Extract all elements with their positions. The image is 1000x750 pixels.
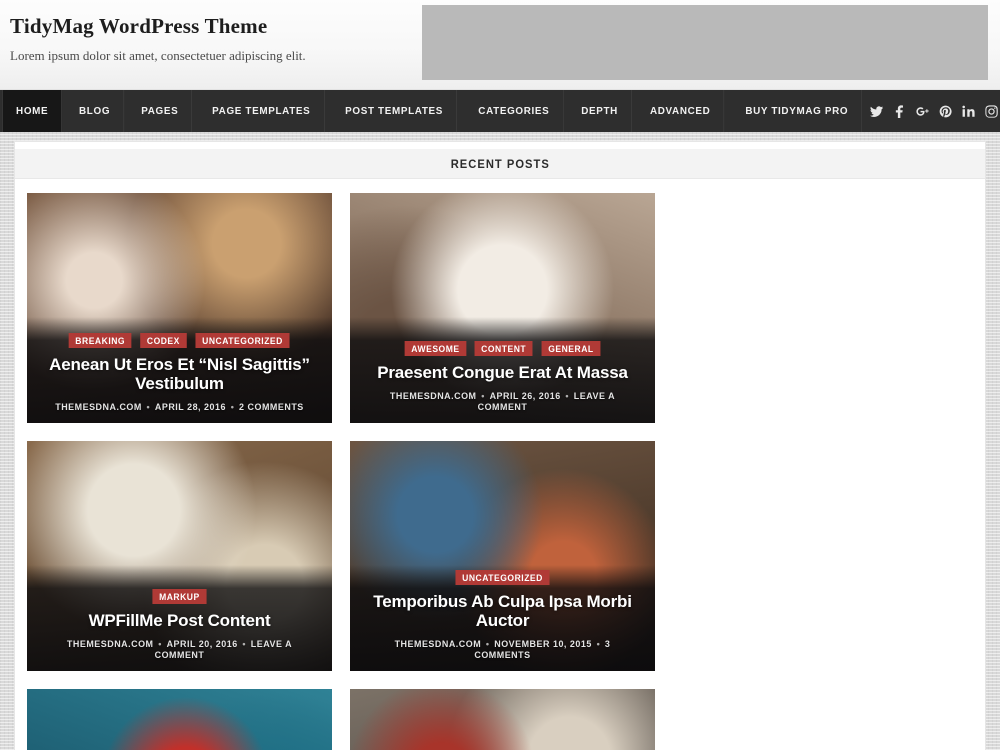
post-title[interactable]: Temporibus Ab Culpa Ipsa Morbi Auctor xyxy=(362,592,643,631)
primary-navigation: HOME BLOG PAGES PAGE TEMPLATES POST TEMPLATE… xyxy=(0,90,1000,132)
post-grid: BREAKING CODEX UNCATEGORIZED Aenean Ut Eros… xyxy=(27,179,973,750)
meta-separator: • xyxy=(146,402,151,413)
nav-item-post-templates[interactable]: POST TEMPLATES xyxy=(332,90,458,132)
post-thumbnail xyxy=(27,689,332,750)
pinterest-icon[interactable] xyxy=(935,96,956,126)
facebook-icon[interactable] xyxy=(889,96,910,126)
site-tagline: Lorem ipsum dolor sit amet, consectetuer… xyxy=(10,48,306,63)
post-card[interactable]: AWESOMENEWSAwesome Post With Everything … xyxy=(27,689,332,750)
post-thumbnail xyxy=(350,689,655,750)
nav-item-depth[interactable]: DEPTH xyxy=(568,90,633,132)
nav-menu: HOME BLOG PAGES PAGE TEMPLATES POST TEMPLATE… xyxy=(0,90,866,132)
meta-separator: • xyxy=(230,402,235,413)
post-author[interactable]: THEMESDNA.COM xyxy=(390,391,477,402)
category-badge[interactable]: UNCATEGORIZED xyxy=(195,332,290,348)
post-author[interactable]: THEMESDNA.COM xyxy=(55,402,142,413)
nav-item-categories[interactable]: CATEGORIES xyxy=(465,90,564,132)
meta-separator: • xyxy=(596,639,601,650)
post-meta: THEMESDNA.COM • APRIL 20, 2016 • LEAVE A COM… xyxy=(47,639,311,661)
category-badge[interactable]: CONTENT xyxy=(474,341,534,357)
post-card-body: BREAKING CODEX UNCATEGORIZED Aenean Ut Eros… xyxy=(27,332,332,413)
post-meta: THEMESDNA.COM • APRIL 28, 2016 • 2 COMMENTS xyxy=(47,402,311,413)
post-meta: THEMESDNA.COM • APRIL 26, 2016 • LEAVE A COM… xyxy=(370,391,634,413)
post-date: APRIL 20, 2016 xyxy=(166,639,238,650)
post-card-body: UNCATEGORIZED Temporibus Ab Culpa Ipsa Mo… xyxy=(350,569,655,661)
post-categories: AWESOME CONTENT GENERAL xyxy=(362,341,643,357)
post-card-body: MARKUP WPFillMe Post Content THEMESDNA.COM… xyxy=(27,589,332,661)
category-badge[interactable]: GENERAL xyxy=(541,341,600,357)
post-title[interactable]: Aenean Ut Eros Et “Nisl Sagittis” Vestib… xyxy=(39,355,320,394)
social-links xyxy=(866,90,1000,132)
meta-separator: • xyxy=(485,639,490,650)
googleplus-icon[interactable] xyxy=(912,96,933,126)
nav-item-advanced[interactable]: ADVANCED xyxy=(637,90,725,132)
site-branding[interactable]: TidyMag WordPress Theme Lorem ipsum dolo… xyxy=(10,14,306,64)
post-card-body: AWESOME CONTENT GENERAL Praesent Congue Era… xyxy=(350,341,655,413)
category-badge[interactable]: AWESOME xyxy=(405,341,467,357)
nav-item-page-templates[interactable]: PAGE TEMPLATES xyxy=(199,90,325,132)
post-comments[interactable]: 2 COMMENTS xyxy=(239,402,304,413)
post-categories: MARKUP xyxy=(39,589,320,605)
meta-separator: • xyxy=(242,639,247,650)
twitter-icon[interactable] xyxy=(866,96,887,126)
section-header: RECENT POSTS xyxy=(15,149,985,179)
site-title[interactable]: TidyMag WordPress Theme xyxy=(10,14,306,39)
meta-separator: • xyxy=(565,391,570,402)
post-card[interactable]: GENERALTECHNOLOGYFatebuntur Stoici Haec … xyxy=(350,689,655,750)
meta-separator: • xyxy=(481,391,485,402)
post-date: NOVEMBER 10, 2015 xyxy=(494,639,592,650)
post-meta: THEMESDNA.COM • NOVEMBER 10, 2015 • 3 COMMEN… xyxy=(370,639,634,661)
nav-item-blog[interactable]: BLOG xyxy=(66,90,125,132)
post-categories: UNCATEGORIZED xyxy=(362,569,643,585)
section-title: RECENT POSTS xyxy=(450,156,550,171)
category-badge[interactable]: CODEX xyxy=(140,332,187,348)
post-date: APRIL 28, 2016 xyxy=(154,402,227,413)
post-author[interactable]: THEMESDNA.COM xyxy=(395,639,482,650)
post-date: APRIL 26, 2016 xyxy=(489,391,561,402)
post-title[interactable]: WPFillMe Post Content xyxy=(39,611,320,631)
nav-item-buy-tidymag-pro[interactable]: BUY TIDYMAG PRO xyxy=(732,90,862,132)
header-ad-banner[interactable] xyxy=(422,5,988,80)
site-header: TidyMag WordPress Theme Lorem ipsum dolo… xyxy=(0,0,1000,90)
category-badge[interactable]: MARKUP xyxy=(152,589,207,605)
post-card[interactable]: AWESOME CONTENT GENERAL Praesent Congue Era… xyxy=(350,193,655,423)
post-card[interactable]: UNCATEGORIZED Temporibus Ab Culpa Ipsa Mo… xyxy=(350,441,655,671)
content-container: RECENT POSTS BREAKING CODEX UNCATEGORIZED A… xyxy=(14,141,986,750)
category-badge[interactable]: BREAKING xyxy=(69,332,133,348)
post-card[interactable]: BREAKING CODEX UNCATEGORIZED Aenean Ut Eros… xyxy=(27,193,332,423)
post-categories: BREAKING CODEX UNCATEGORIZED xyxy=(39,332,320,348)
instagram-icon[interactable] xyxy=(981,96,1000,126)
meta-separator: • xyxy=(158,639,162,650)
category-badge[interactable]: UNCATEGORIZED xyxy=(455,569,550,585)
post-title[interactable]: Praesent Congue Erat At Massa xyxy=(362,363,643,383)
post-card[interactable]: MARKUP WPFillMe Post Content THEMESDNA.COM… xyxy=(27,441,332,671)
nav-item-pages[interactable]: PAGES xyxy=(129,90,193,132)
linkedin-icon[interactable] xyxy=(958,96,979,126)
nav-item-home[interactable]: HOME xyxy=(1,90,63,132)
post-author[interactable]: THEMESDNA.COM xyxy=(67,639,154,650)
